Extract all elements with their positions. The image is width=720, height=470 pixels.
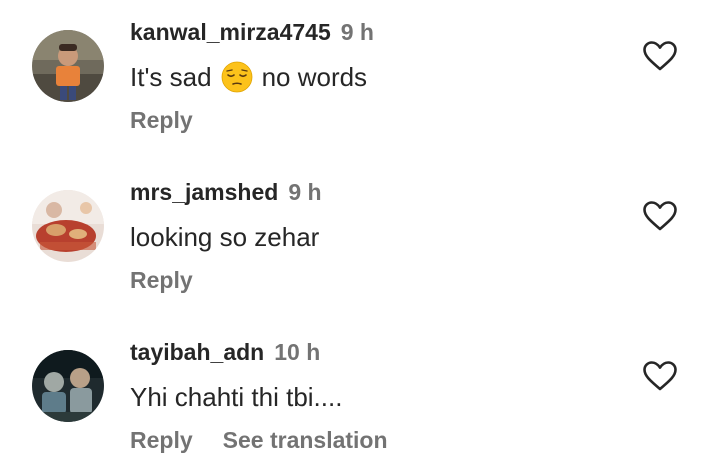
see-translation-button[interactable]: See translation bbox=[223, 427, 388, 453]
comment-actions: Reply bbox=[130, 266, 193, 294]
comment-text-part: It's sad bbox=[130, 62, 212, 92]
comment-text-part: no words bbox=[261, 62, 368, 92]
comment-text-part: Yhi chahti thi tbi.... bbox=[130, 382, 343, 412]
timestamp: 9 h bbox=[288, 179, 322, 205]
timestamp: 10 h bbox=[274, 339, 321, 365]
reply-button[interactable]: Reply bbox=[130, 267, 193, 293]
comment-header: mrs_jamshed 9 h bbox=[130, 178, 322, 206]
pensive-face-emoji-icon bbox=[221, 61, 252, 93]
comment-text: Yhi chahti thi tbi.... bbox=[130, 380, 342, 414]
reply-button[interactable]: Reply bbox=[130, 427, 193, 453]
child-photo-avatar-icon bbox=[32, 30, 104, 102]
comment-text-part: looking so zehar bbox=[130, 222, 320, 252]
username[interactable]: tayibah_adn bbox=[130, 339, 264, 365]
avatar[interactable] bbox=[32, 190, 104, 262]
heart-outline-icon[interactable] bbox=[642, 360, 678, 392]
heart-outline-icon[interactable] bbox=[642, 200, 678, 232]
timestamp: 9 h bbox=[340, 19, 374, 45]
bridal-photo-avatar-icon bbox=[32, 190, 104, 262]
comment-item: tayibah_adn 10 h Yhi chahti thi tbi.... R… bbox=[0, 320, 720, 470]
comment-header: kanwal_mirza4745 9 h bbox=[130, 18, 374, 46]
comment-header: tayibah_adn 10 h bbox=[130, 338, 320, 366]
reply-button[interactable]: Reply bbox=[130, 107, 193, 133]
username[interactable]: mrs_jamshed bbox=[130, 179, 278, 205]
comment-text: looking so zehar bbox=[130, 220, 319, 254]
username[interactable]: kanwal_mirza4745 bbox=[130, 19, 331, 45]
comment-actions: Reply bbox=[130, 106, 193, 134]
avatar[interactable] bbox=[32, 30, 104, 102]
comment-item: mrs_jamshed 9 h looking so zehar Reply bbox=[0, 160, 720, 310]
comment-actions: Reply See translation bbox=[130, 426, 388, 454]
comment-text: It's sad no words bbox=[130, 60, 367, 94]
heart-outline-icon[interactable] bbox=[642, 40, 678, 72]
comment-item: kanwal_mirza4745 9 h It's sad no words Re… bbox=[0, 0, 720, 150]
group-photo-avatar-icon bbox=[32, 350, 104, 422]
avatar[interactable] bbox=[32, 350, 104, 422]
